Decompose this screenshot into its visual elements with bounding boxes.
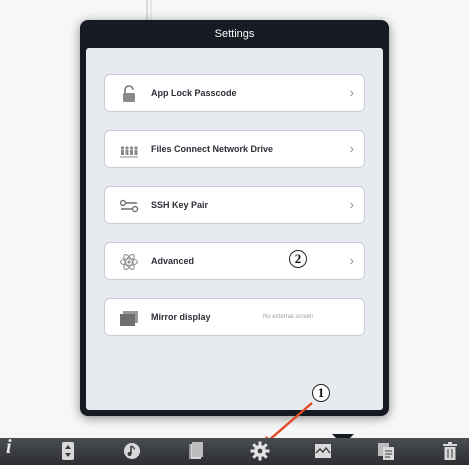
chevron-right-icon: › xyxy=(349,197,354,212)
annotation-marker-1: 1 xyxy=(312,384,330,402)
settings-item-mirror-display[interactable]: Mirror display No external screen xyxy=(104,298,365,336)
bottom-toolbar: i xyxy=(0,436,469,465)
chevron-right-icon: › xyxy=(349,253,354,268)
mirror-display-status: No external screen xyxy=(263,314,314,320)
settings-item-label: SSH Key Pair xyxy=(151,200,209,210)
padlock-icon xyxy=(123,85,135,102)
gear-icon[interactable] xyxy=(250,441,270,461)
chevron-right-icon: › xyxy=(349,141,354,156)
settings-item-ssh-key-pair[interactable]: SSH Key Pair › xyxy=(104,186,365,224)
settings-popover: Settings App Lock Passcode › Files Conne… xyxy=(80,20,389,445)
settings-item-advanced[interactable]: Advanced › xyxy=(104,242,365,280)
settings-item-label: Mirror display xyxy=(151,312,211,322)
atom-icon xyxy=(120,253,138,271)
settings-item-label: Files Connect Network Drive xyxy=(151,144,274,154)
annotation-marker-2: 2 xyxy=(289,250,307,268)
settings-item-app-lock-passcode[interactable]: App Lock Passcode › xyxy=(104,74,365,112)
settings-item-files-connect[interactable]: Files Connect Network Drive › xyxy=(104,130,365,168)
settings-list: App Lock Passcode › Files Connect Networ… xyxy=(86,48,383,410)
trash-icon[interactable] xyxy=(440,441,460,461)
copy-icon[interactable] xyxy=(376,441,396,461)
music-note-icon[interactable] xyxy=(122,441,142,461)
info-icon[interactable]: i xyxy=(6,436,12,459)
key-pair-icon xyxy=(119,199,139,213)
chevron-right-icon: › xyxy=(349,85,354,100)
sort-icon[interactable] xyxy=(58,441,78,461)
settings-item-label: App Lock Passcode xyxy=(151,88,237,98)
popover-title: Settings xyxy=(214,28,255,40)
display-icon xyxy=(120,311,138,326)
image-icon[interactable] xyxy=(313,441,333,461)
books-icon[interactable] xyxy=(186,441,206,461)
network-users-icon xyxy=(120,146,138,158)
settings-item-label: Advanced xyxy=(151,256,195,266)
